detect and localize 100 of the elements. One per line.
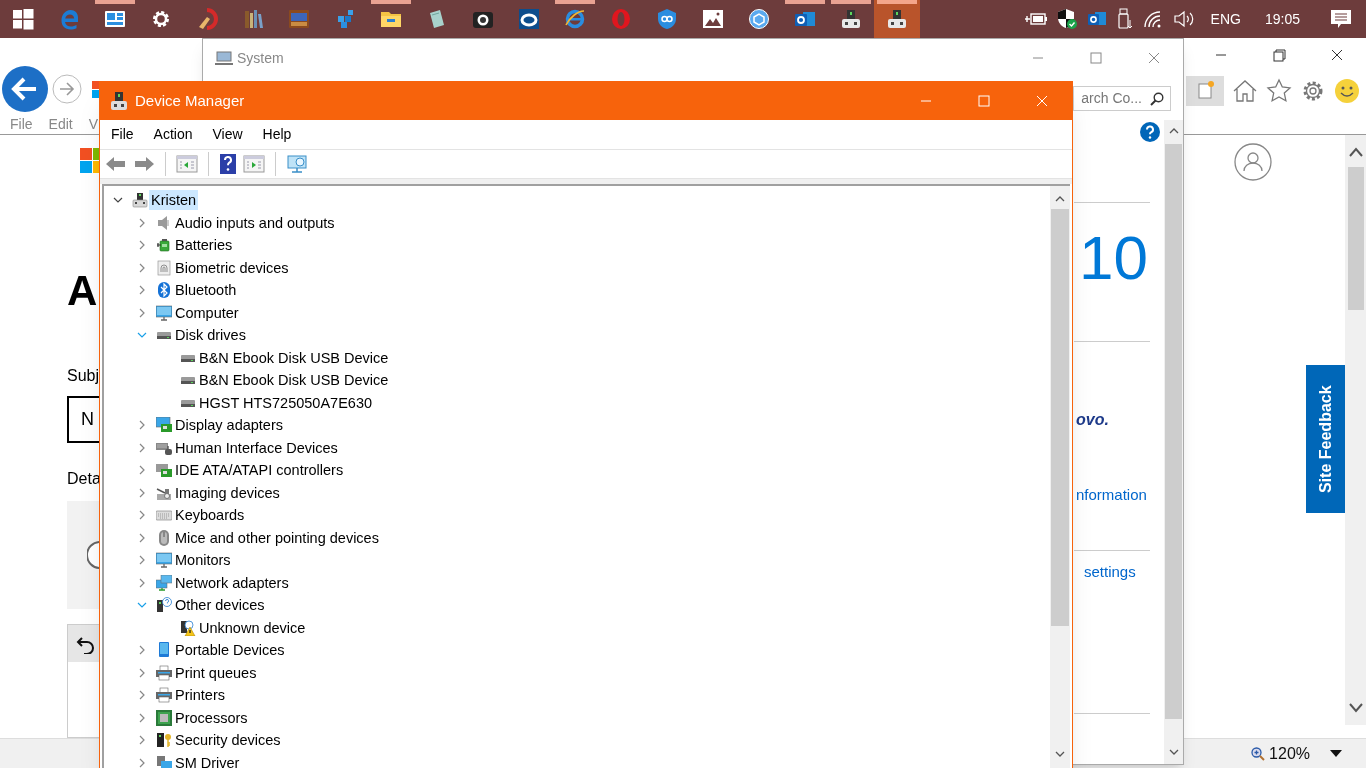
tree-item[interactable]: B&N Ebook Disk USB Device (197, 347, 391, 368)
opera-icon (609, 7, 633, 31)
search-field[interactable]: arch Co... (1073, 86, 1171, 111)
help-icon[interactable] (1140, 122, 1160, 142)
tree-item[interactable]: Other devices (173, 595, 267, 616)
menu-item[interactable]: File (111, 124, 134, 145)
key-device-icon (156, 732, 172, 749)
controller-card-icon (156, 462, 172, 479)
tablet-icon (156, 642, 172, 659)
battery-charging-icon (1024, 12, 1047, 26)
scrollbar[interactable] (1164, 120, 1183, 764)
scroll-thumb[interactable] (1051, 209, 1069, 626)
dropdown-arrow[interactable] (1330, 749, 1342, 758)
tree-item[interactable]: Bluetooth (173, 280, 239, 301)
printer-icon (156, 687, 172, 704)
wifi-icon (1142, 10, 1163, 28)
windows-logo-icon (11, 7, 35, 31)
page-heading: A (67, 270, 98, 312)
forward-arrow-icon[interactable] (133, 154, 155, 174)
warning-device-icon (180, 619, 196, 636)
forward-button[interactable] (52, 74, 82, 104)
tree-item[interactable]: Kristen (149, 190, 199, 211)
search-icon (1150, 91, 1164, 106)
monitor-icon (156, 552, 172, 569)
tree-item[interactable]: Audio inputs and outputs (173, 212, 337, 233)
clock[interactable]: 19:05 (1256, 8, 1308, 30)
scrollbar[interactable] (1050, 186, 1070, 768)
fingerprint-icon (156, 259, 172, 276)
network-computers-icon (156, 574, 172, 591)
tree-item[interactable]: Computer (173, 302, 241, 323)
globe-icon (747, 7, 771, 31)
help-icon[interactable] (219, 153, 237, 175)
star-icon[interactable] (1266, 78, 1292, 104)
tree-item[interactable]: Print queues (173, 662, 259, 683)
scan-hardware-icon[interactable] (286, 154, 310, 174)
info-link[interactable]: nformation (1076, 484, 1164, 507)
battery-icon (156, 237, 172, 254)
zoom-level[interactable]: 120% (1269, 741, 1310, 766)
menu-item[interactable]: Action (153, 124, 193, 145)
tree-item[interactable]: B&N Ebook Disk USB Device (197, 370, 391, 391)
search-placeholder: arch Co... (1081, 89, 1142, 108)
keyboard-icon (156, 507, 172, 524)
menu-item[interactable]: File (10, 114, 33, 135)
tree-item[interactable]: Imaging devices (173, 482, 282, 503)
tree-item[interactable]: SM Driver (173, 752, 242, 768)
device-manager-icon (885, 7, 909, 31)
language-indicator[interactable]: ENG (1204, 8, 1247, 30)
tree-item[interactable]: Display adapters (173, 415, 285, 436)
tree-item[interactable]: Portable Devices (173, 640, 287, 661)
tree-item[interactable]: IDE ATA/ATAPI controllers (173, 460, 346, 481)
bluetooth-icon (156, 282, 172, 299)
back-arrow-icon[interactable] (105, 154, 127, 174)
tree-item[interactable]: Disk drives (173, 325, 248, 346)
menu-item[interactable]: View (212, 124, 243, 145)
mail-app-icon (1086, 10, 1107, 28)
menu-item[interactable]: Edit (48, 114, 73, 135)
window-title: Device Manager (135, 90, 245, 111)
unknown-device-icon (156, 597, 172, 614)
tree-item[interactable]: Human Interface Devices (173, 437, 340, 458)
scroll-thumb[interactable] (1165, 144, 1182, 719)
photos-icon (701, 7, 725, 31)
tree-item[interactable]: HGST HTS725050A7E630 (197, 392, 375, 413)
action-pane-icon[interactable] (243, 154, 265, 174)
tree-item[interactable]: Network adapters (173, 572, 291, 593)
show-hide-pane-icon[interactable] (176, 154, 198, 174)
menu-item[interactable]: Help (262, 124, 292, 145)
manufacturer-logo: ovo. (1076, 412, 1110, 428)
smiley-icon[interactable] (1334, 78, 1360, 104)
menu-item[interactable]: V (88, 114, 99, 135)
tree-item[interactable]: Processors (173, 707, 250, 728)
home-icon[interactable] (1232, 78, 1258, 104)
user-avatar-icon[interactable] (1234, 143, 1272, 181)
notification-icon[interactable] (1330, 9, 1352, 29)
settings-link[interactable]: settings (1084, 560, 1164, 583)
editor-box[interactable] (67, 624, 99, 738)
taskbar-button[interactable] (874, 0, 920, 38)
field-label: Subj (67, 366, 100, 386)
back-button[interactable] (2, 66, 48, 112)
vpn-shield-icon (655, 7, 679, 31)
tree-item[interactable]: Monitors (173, 550, 233, 571)
feedback-tab[interactable]: Site Feedback (1306, 365, 1345, 513)
tree-item[interactable]: Keyboards (173, 505, 247, 526)
device-manager-icon (839, 7, 863, 31)
tree-item[interactable]: Unknown device (197, 617, 308, 638)
tree-item[interactable]: Biometric devices (173, 257, 291, 278)
printer-icon (156, 664, 172, 681)
tree-item[interactable]: Mice and other pointing devices (173, 527, 381, 548)
tree-item[interactable]: Printers (173, 685, 227, 706)
window-title: System (237, 48, 284, 68)
scroll-thumb[interactable] (1347, 167, 1364, 310)
tree-item[interactable]: Security devices (173, 730, 283, 751)
device-manager-icon (110, 91, 128, 111)
tree-item[interactable]: Batteries (173, 235, 235, 256)
scrollbar[interactable] (1345, 135, 1366, 725)
new-tab-button[interactable] (1186, 76, 1224, 106)
display-adapter-icon (156, 417, 172, 434)
speaker-icon (156, 214, 172, 231)
monitor-icon (156, 304, 172, 321)
device-icon (156, 754, 172, 768)
ring-icon (517, 7, 541, 31)
